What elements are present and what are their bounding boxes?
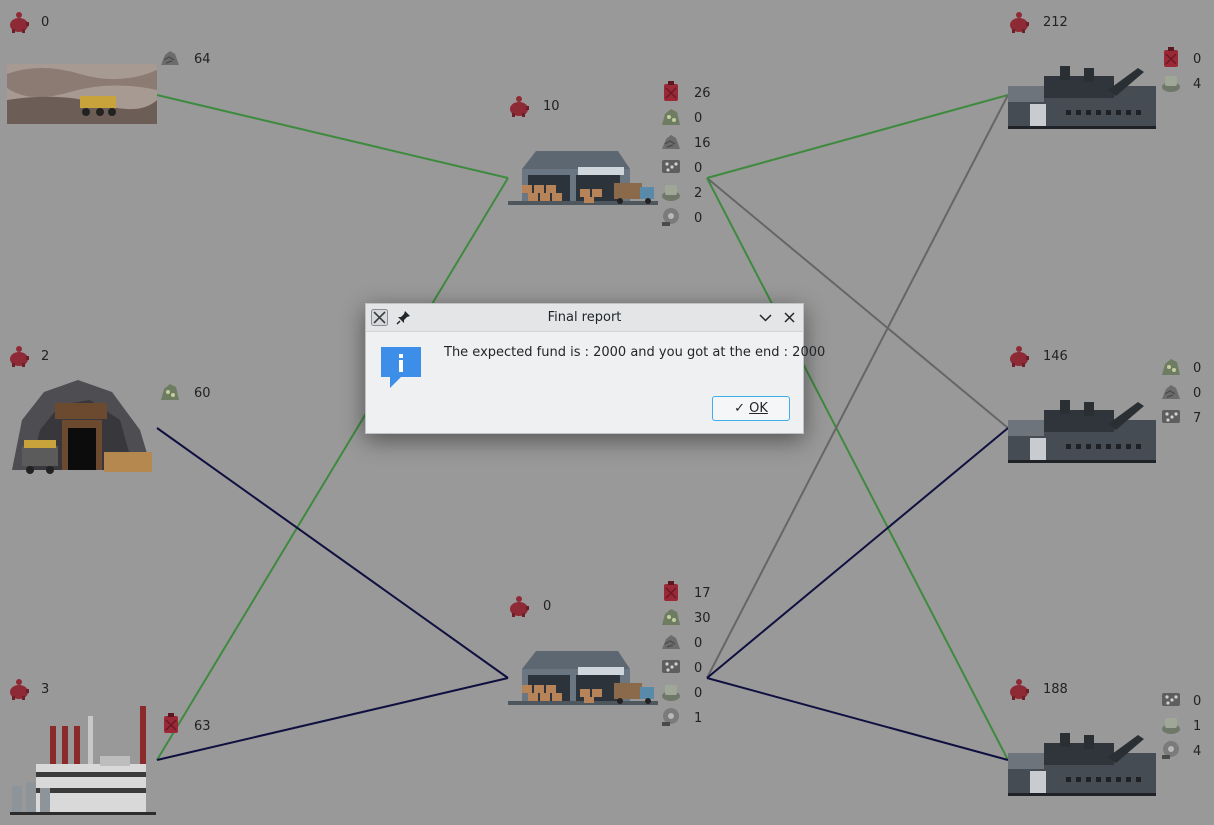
cement-bag-icon: [662, 185, 680, 201]
route-mine-warehouse-bottom: [156, 427, 509, 679]
fuel-can-icon: [663, 80, 679, 102]
ok-button[interactable]: ✓ OK: [712, 396, 790, 421]
ore-icon: [1162, 359, 1180, 375]
quarry-node[interactable]: [7, 12, 180, 124]
fuel-can-icon: [663, 580, 679, 602]
dialog-titlebar[interactable]: Final report: [366, 304, 803, 332]
warehouse-bottom-fuel-count: 17: [694, 586, 711, 601]
warehouse-bottom-parts-count: 1: [694, 711, 703, 726]
ore-icon: [662, 109, 680, 125]
route-warehouse-bottom-factory-2: [706, 427, 1009, 679]
piggy-bank-icon: [10, 12, 29, 33]
warehouse-top-parts-count: 0: [694, 211, 703, 226]
mine-building: [12, 380, 152, 474]
warehouse-top-funds: 10: [543, 99, 560, 114]
gravel-icon: [1162, 410, 1180, 423]
quarry-building: [7, 64, 157, 124]
warehouse-top-building: [508, 151, 658, 205]
refinery-building: [10, 706, 156, 815]
factory-3-building: [1008, 733, 1156, 796]
factory-1-node[interactable]: [1008, 12, 1180, 129]
dialog-title: Final report: [547, 310, 622, 325]
warehouse-top-stone-count: 16: [694, 136, 711, 151]
factory-1-fuel-count: 0: [1193, 52, 1202, 67]
piggy-bank-icon: [1010, 346, 1029, 367]
warehouse-top-gravel-count: 0: [694, 161, 703, 176]
factory-2-funds: 146: [1043, 349, 1068, 364]
stone-pile-icon: [160, 50, 180, 66]
chevron-down-icon[interactable]: [757, 309, 774, 326]
factory-1-cement-count: 4: [1193, 77, 1202, 92]
gravel-icon: [1162, 693, 1180, 706]
piggy-bank-icon: [10, 346, 29, 367]
warehouse-bottom-building: [508, 651, 658, 705]
warehouse-top-fuel-count: 26: [694, 86, 711, 101]
refinery-fuel-count: 63: [194, 719, 211, 734]
warehouse-bottom-cement-count: 0: [694, 686, 703, 701]
gravel-icon: [662, 160, 680, 173]
factory-3-gravel-count: 0: [1193, 694, 1202, 709]
warehouse-bottom-gravel-count: 0: [694, 661, 703, 676]
mine-node[interactable]: [10, 346, 179, 474]
piggy-bank-icon: [1010, 12, 1029, 33]
checkmark-icon: ✓: [734, 401, 745, 416]
stone-pile-icon: [661, 134, 681, 150]
factory-2-node[interactable]: [1008, 346, 1181, 463]
route-warehouse-top-factory-1: [706, 94, 1009, 179]
dialog-message: The expected fund is : 2000 and you got …: [444, 345, 826, 360]
ore-icon: [662, 609, 680, 625]
factory-3-parts-count: 4: [1193, 744, 1202, 759]
piggy-bank-icon: [1010, 679, 1029, 700]
route-quarry-warehouse-top: [156, 94, 509, 179]
factory-2-stone-count: 0: [1193, 386, 1202, 401]
factory-1-funds: 212: [1043, 15, 1068, 30]
piggy-bank-icon: [510, 96, 529, 117]
piggy-bank-icon: [510, 596, 529, 617]
mine-ore-count: 60: [194, 386, 211, 401]
route-warehouse-top-factory-3: [706, 177, 1009, 761]
machine-parts-icon: [662, 708, 679, 726]
warehouse-top-node[interactable]: [508, 80, 681, 226]
warehouse-bottom-funds: 0: [543, 599, 552, 614]
factory-3-node[interactable]: [1008, 679, 1180, 796]
ore-icon: [161, 384, 179, 400]
cement-bag-icon: [1162, 76, 1180, 92]
warehouse-bottom-node[interactable]: [508, 580, 681, 726]
quarry-stone-count: 64: [194, 52, 211, 67]
fuel-can-icon: [1163, 46, 1179, 68]
info-icon: [381, 347, 421, 388]
refinery-funds: 3: [41, 682, 50, 697]
route-warehouse-bottom-factory-3: [706, 677, 1009, 761]
warehouse-bottom-stone-count: 0: [694, 636, 703, 651]
fuel-can-icon: [163, 712, 179, 734]
stone-pile-icon: [1161, 384, 1181, 400]
mine-funds: 2: [41, 349, 50, 364]
factory-2-ore-count: 0: [1193, 361, 1202, 376]
machine-parts-icon: [1162, 741, 1179, 759]
gravel-icon: [662, 660, 680, 673]
refinery-node[interactable]: [10, 679, 179, 815]
factory-3-cement-count: 1: [1193, 719, 1202, 734]
warehouse-bottom-ore-count: 30: [694, 611, 711, 626]
piggy-bank-icon: [10, 679, 29, 700]
close-icon[interactable]: [781, 309, 798, 326]
warehouse-top-cement-count: 2: [694, 186, 703, 201]
quarry-funds: 0: [41, 15, 50, 30]
factory-1-building: [1008, 66, 1156, 129]
cement-bag-icon: [662, 685, 680, 701]
ok-button-label: OK: [749, 401, 768, 416]
cement-bag-icon: [1162, 718, 1180, 734]
stone-pile-icon: [661, 634, 681, 650]
factory-2-building: [1008, 400, 1156, 463]
factory-2-gravel-count: 7: [1193, 411, 1202, 426]
factory-3-funds: 188: [1043, 682, 1068, 697]
machine-parts-icon: [662, 208, 679, 226]
route-refinery-warehouse-top: [156, 177, 509, 761]
final-report-dialog: Final report The expected fund is : 2000…: [365, 303, 825, 434]
warehouse-top-ore-count: 0: [694, 111, 703, 126]
